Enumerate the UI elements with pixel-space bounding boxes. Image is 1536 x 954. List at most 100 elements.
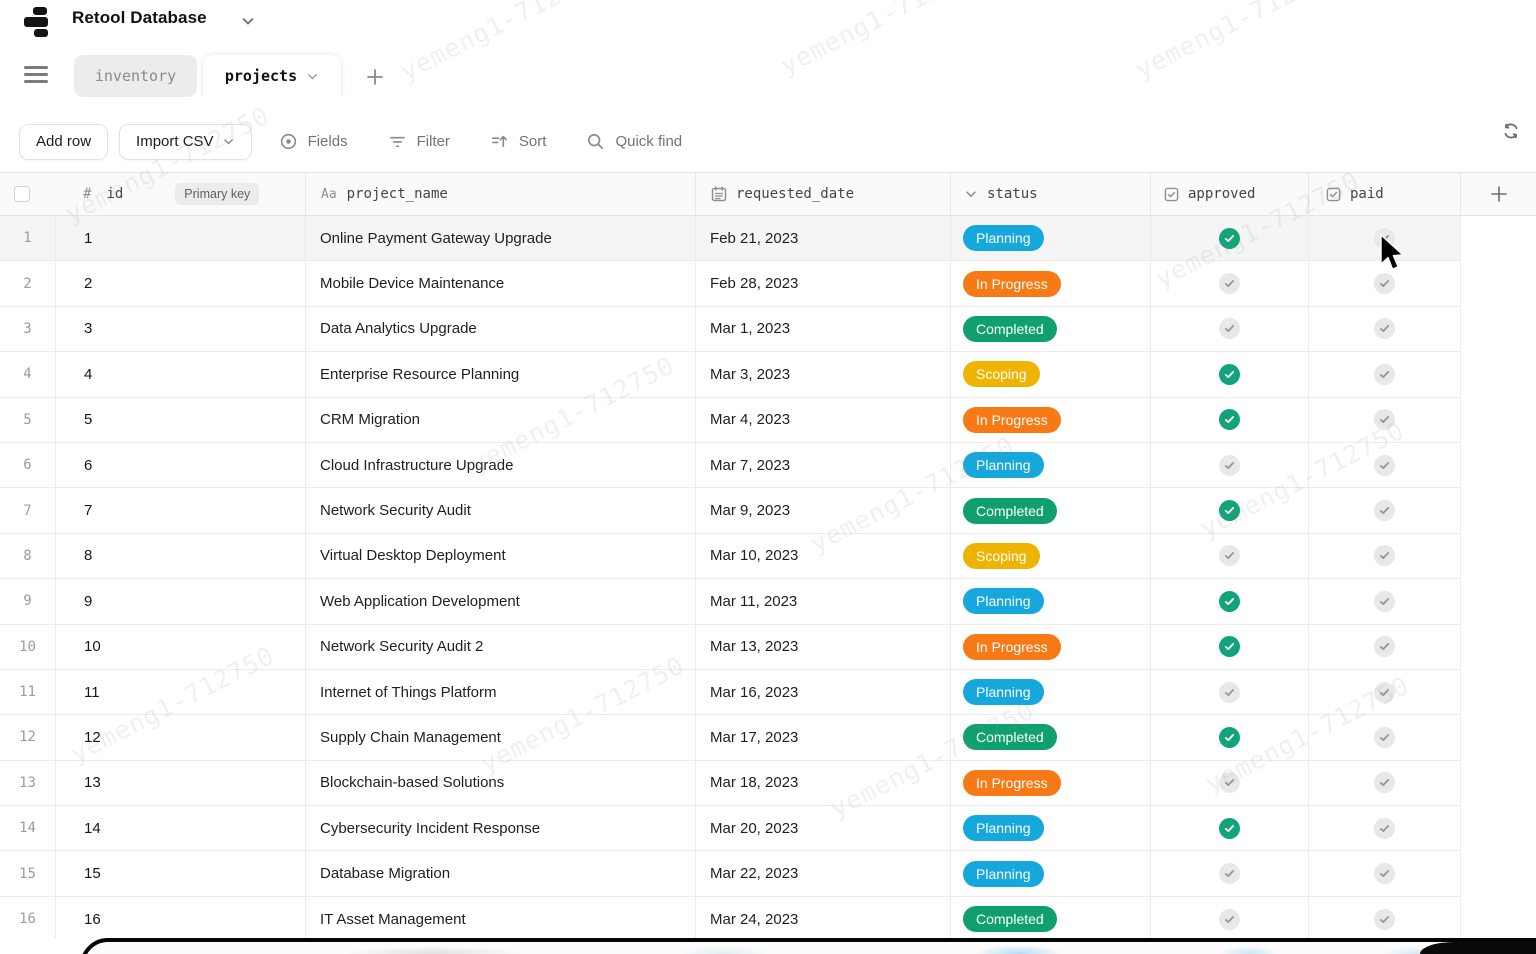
cell-paid[interactable] bbox=[1308, 579, 1460, 625]
cell-status[interactable]: Planning bbox=[950, 806, 1150, 852]
cell-project-name[interactable]: Enterprise Resource Planning bbox=[305, 352, 695, 398]
cell-paid[interactable] bbox=[1308, 715, 1460, 761]
cell-id[interactable]: 11 bbox=[56, 669, 305, 716]
cell-requested-date[interactable]: Mar 24, 2023 bbox=[695, 896, 950, 943]
cell-project-name[interactable]: Blockchain-based Solutions bbox=[305, 760, 695, 807]
approved-check-circle[interactable] bbox=[1219, 273, 1240, 295]
cell-requested-date[interactable]: Mar 10, 2023 bbox=[695, 533, 950, 580]
cell-status[interactable]: In Progress bbox=[950, 760, 1150, 807]
cell-id[interactable]: 8 bbox=[56, 533, 305, 580]
menu-icon[interactable] bbox=[24, 66, 48, 85]
cell-requested-date[interactable]: Feb 21, 2023 bbox=[695, 216, 950, 262]
cell-requested-date[interactable]: Mar 11, 2023 bbox=[695, 579, 950, 625]
cell-approved[interactable] bbox=[1150, 760, 1308, 807]
cell-approved[interactable] bbox=[1150, 261, 1308, 307]
cell-approved[interactable] bbox=[1150, 352, 1308, 398]
paid-check-circle[interactable] bbox=[1374, 363, 1395, 385]
cell-approved[interactable] bbox=[1150, 442, 1308, 489]
cell-id[interactable]: 3 bbox=[56, 306, 305, 353]
paid-check-circle[interactable] bbox=[1374, 409, 1395, 431]
paid-check-circle[interactable] bbox=[1374, 863, 1395, 885]
cell-id[interactable]: 13 bbox=[56, 760, 305, 807]
paid-check-circle[interactable] bbox=[1374, 590, 1395, 612]
approved-check-circle[interactable] bbox=[1219, 817, 1240, 839]
cell-requested-date[interactable]: Mar 7, 2023 bbox=[695, 442, 950, 489]
cell-requested-date[interactable]: Mar 4, 2023 bbox=[695, 397, 950, 443]
cell-project-name[interactable]: Web Application Development bbox=[305, 579, 695, 625]
cell-id[interactable]: 1 bbox=[56, 216, 305, 262]
cell-approved[interactable] bbox=[1150, 715, 1308, 761]
title-chevron-down-icon[interactable] bbox=[240, 13, 256, 29]
approved-check-circle[interactable] bbox=[1219, 318, 1240, 340]
approved-check-circle[interactable] bbox=[1219, 636, 1240, 658]
tab-chevron-down-icon[interactable] bbox=[306, 70, 319, 83]
cell-status[interactable]: Scoping bbox=[950, 352, 1150, 398]
refresh-button[interactable] bbox=[1500, 120, 1524, 144]
approved-check-circle[interactable] bbox=[1219, 590, 1240, 612]
quick-find-button[interactable]: Quick find bbox=[586, 132, 682, 151]
cell-project-name[interactable]: Mobile Device Maintenance bbox=[305, 261, 695, 307]
cell-paid[interactable] bbox=[1308, 442, 1460, 489]
cell-paid[interactable] bbox=[1308, 851, 1460, 897]
cell-project-name[interactable]: Online Payment Gateway Upgrade bbox=[305, 216, 695, 262]
cell-status[interactable]: Planning bbox=[950, 579, 1150, 625]
cell-status[interactable]: In Progress bbox=[950, 397, 1150, 443]
cell-project-name[interactable]: Network Security Audit bbox=[305, 488, 695, 534]
cell-id[interactable]: 12 bbox=[56, 715, 305, 761]
cell-paid[interactable] bbox=[1308, 352, 1460, 398]
column-header-requested-date[interactable]: requested_date bbox=[695, 173, 950, 215]
approved-check-circle[interactable] bbox=[1219, 363, 1240, 385]
approved-check-circle[interactable] bbox=[1219, 681, 1240, 703]
cell-requested-date[interactable]: Mar 9, 2023 bbox=[695, 488, 950, 534]
cell-project-name[interactable]: CRM Migration bbox=[305, 397, 695, 443]
cell-id[interactable]: 2 bbox=[56, 261, 305, 307]
cell-requested-date[interactable]: Mar 3, 2023 bbox=[695, 352, 950, 398]
cell-approved[interactable] bbox=[1150, 624, 1308, 670]
cell-status[interactable]: Completed bbox=[950, 306, 1150, 353]
cell-approved[interactable] bbox=[1150, 397, 1308, 443]
column-header-project-name[interactable]: Aa project_name bbox=[305, 173, 695, 215]
cell-status[interactable]: In Progress bbox=[950, 624, 1150, 670]
sort-button[interactable]: Sort bbox=[490, 132, 546, 151]
cell-approved[interactable] bbox=[1150, 533, 1308, 580]
cell-requested-date[interactable]: Mar 1, 2023 bbox=[695, 306, 950, 353]
approved-check-circle[interactable] bbox=[1219, 545, 1240, 567]
tab-projects[interactable]: projects bbox=[203, 55, 341, 97]
select-all-checkbox[interactable] bbox=[14, 186, 30, 202]
cell-project-name[interactable]: Internet of Things Platform bbox=[305, 669, 695, 716]
approved-check-circle[interactable] bbox=[1219, 863, 1240, 885]
add-row-button[interactable]: Add row bbox=[19, 123, 109, 160]
paid-check-circle[interactable] bbox=[1374, 772, 1395, 794]
paid-check-circle[interactable] bbox=[1374, 681, 1395, 703]
cell-id[interactable]: 14 bbox=[56, 806, 305, 852]
cell-requested-date[interactable]: Mar 20, 2023 bbox=[695, 806, 950, 852]
cell-status[interactable]: Planning bbox=[950, 216, 1150, 262]
cell-status[interactable]: Completed bbox=[950, 488, 1150, 534]
add-tab-button[interactable] bbox=[362, 64, 388, 90]
cell-approved[interactable] bbox=[1150, 806, 1308, 852]
cell-status[interactable]: Planning bbox=[950, 851, 1150, 897]
cell-id[interactable]: 16 bbox=[56, 896, 305, 943]
cell-approved[interactable] bbox=[1150, 851, 1308, 897]
column-header-paid[interactable]: paid bbox=[1308, 173, 1460, 215]
cell-status[interactable]: Scoping bbox=[950, 533, 1150, 580]
cell-project-name[interactable]: Cybersecurity Incident Response bbox=[305, 806, 695, 852]
cell-approved[interactable] bbox=[1150, 669, 1308, 716]
approved-check-circle[interactable] bbox=[1219, 454, 1240, 476]
cell-paid[interactable] bbox=[1308, 306, 1460, 353]
cell-id[interactable]: 15 bbox=[56, 851, 305, 897]
cell-id[interactable]: 7 bbox=[56, 488, 305, 534]
cell-paid[interactable] bbox=[1308, 533, 1460, 580]
cell-requested-date[interactable]: Feb 28, 2023 bbox=[695, 261, 950, 307]
cell-paid[interactable] bbox=[1308, 488, 1460, 534]
paid-check-circle[interactable] bbox=[1374, 817, 1395, 839]
cell-paid[interactable] bbox=[1308, 397, 1460, 443]
approved-check-circle[interactable] bbox=[1219, 227, 1240, 249]
cell-requested-date[interactable]: Mar 16, 2023 bbox=[695, 669, 950, 716]
cell-project-name[interactable]: IT Asset Management bbox=[305, 896, 695, 943]
paid-check-circle[interactable] bbox=[1374, 500, 1395, 522]
cell-paid[interactable] bbox=[1308, 896, 1460, 943]
cell-approved[interactable] bbox=[1150, 488, 1308, 534]
approved-check-circle[interactable] bbox=[1219, 500, 1240, 522]
cell-id[interactable]: 9 bbox=[56, 579, 305, 625]
